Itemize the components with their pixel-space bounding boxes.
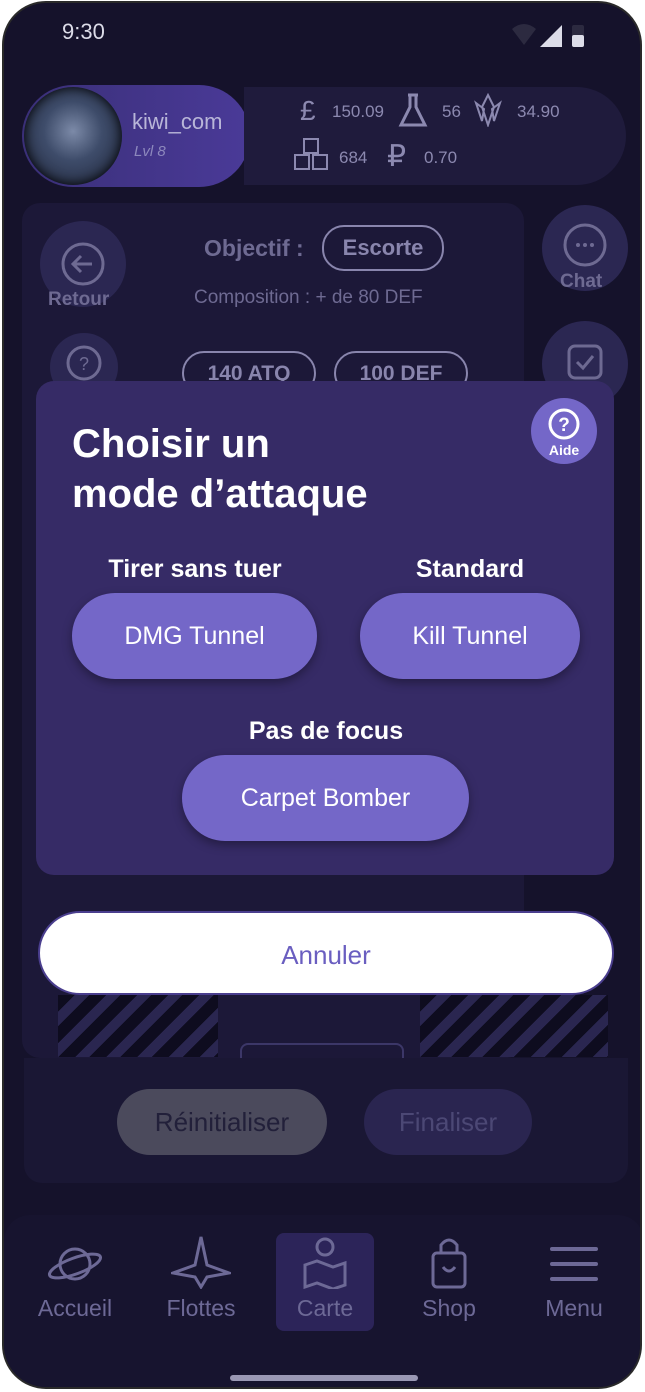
nav-item-menu[interactable]: Menu xyxy=(519,1239,629,1322)
ruble-icon: ₽ xyxy=(387,140,407,173)
cancel-button[interactable]: Annuler xyxy=(38,911,614,995)
resource-crystal: 34.90 xyxy=(517,102,560,121)
finalize-button[interactable]: Finaliser xyxy=(364,1089,532,1155)
wifi-icon xyxy=(512,24,536,45)
status-icons xyxy=(510,21,590,54)
mode-label-nofocus: Pas de focus xyxy=(248,717,404,745)
nav-label: Accueil xyxy=(37,1295,113,1321)
nav-item-shop[interactable]: Shop xyxy=(394,1235,504,1322)
kill-tunnel-button[interactable]: Kill Tunnel xyxy=(360,593,580,679)
dialog-title: Choisir un mode d’attaque xyxy=(72,422,368,516)
pound-icon: £ xyxy=(300,95,316,126)
svg-text:?: ? xyxy=(558,415,570,436)
status-time: 9:30 xyxy=(62,19,105,44)
shopping-bag-icon xyxy=(431,1238,467,1289)
nav-item-flottes[interactable]: Flottes xyxy=(146,1235,256,1322)
carpet-bomber-button[interactable]: Carpet Bomber xyxy=(182,755,469,841)
phone-screen: 9:30 kiwi_com Lvl 8 £ 150.09 56 34.90 68… xyxy=(2,1,642,1389)
crystal-icon xyxy=(472,92,504,132)
hamburger-menu-icon xyxy=(550,1247,598,1281)
help-label: Aide xyxy=(548,442,580,458)
player-level: Lvl 8 xyxy=(134,143,166,160)
username: kiwi_com xyxy=(132,109,223,134)
slot-placeholder-right xyxy=(420,995,608,1057)
mode-label-standard: Standard xyxy=(415,555,525,583)
avatar[interactable] xyxy=(24,87,122,185)
signal-icon xyxy=(540,25,562,47)
resource-flask: 56 xyxy=(442,102,461,121)
spaceship-icon xyxy=(167,1236,235,1290)
dmg-tunnel-button[interactable]: DMG Tunnel xyxy=(72,593,317,679)
question-circle-icon: ? xyxy=(548,408,580,440)
nav-item-carte[interactable]: Carte xyxy=(270,1235,380,1322)
cubes-icon xyxy=(292,137,330,178)
svg-text:?: ? xyxy=(79,354,89,374)
help-button[interactable]: ? Aide xyxy=(531,398,597,464)
nav-label: Shop xyxy=(422,1295,476,1321)
nav-label: Flottes xyxy=(166,1295,236,1321)
home-indicator[interactable] xyxy=(230,1375,418,1381)
nav-item-accueil[interactable]: Accueil xyxy=(20,1239,130,1322)
resource-ruble: 0.70 xyxy=(424,148,458,167)
nav-label: Carte xyxy=(296,1295,354,1321)
objective-badge: Escorte xyxy=(322,225,444,271)
resource-pounds: 150.09 xyxy=(332,102,384,121)
resource-cubes: 684 xyxy=(339,148,368,167)
slot-placeholder-left xyxy=(58,995,218,1057)
chat-label: Chat xyxy=(560,271,603,292)
planet-icon xyxy=(47,1247,103,1281)
back-label: Retour xyxy=(48,289,110,310)
nav-label: Menu xyxy=(545,1295,603,1321)
composition-text: Composition : + de 80 DEF xyxy=(194,287,423,308)
objective-label: Objectif : xyxy=(204,235,304,261)
reset-button[interactable]: Réinitialiser xyxy=(117,1089,327,1155)
mode-label-dmg: Tirer sans tuer xyxy=(108,555,282,583)
map-icon xyxy=(303,1237,347,1291)
flask-icon xyxy=(398,93,428,134)
